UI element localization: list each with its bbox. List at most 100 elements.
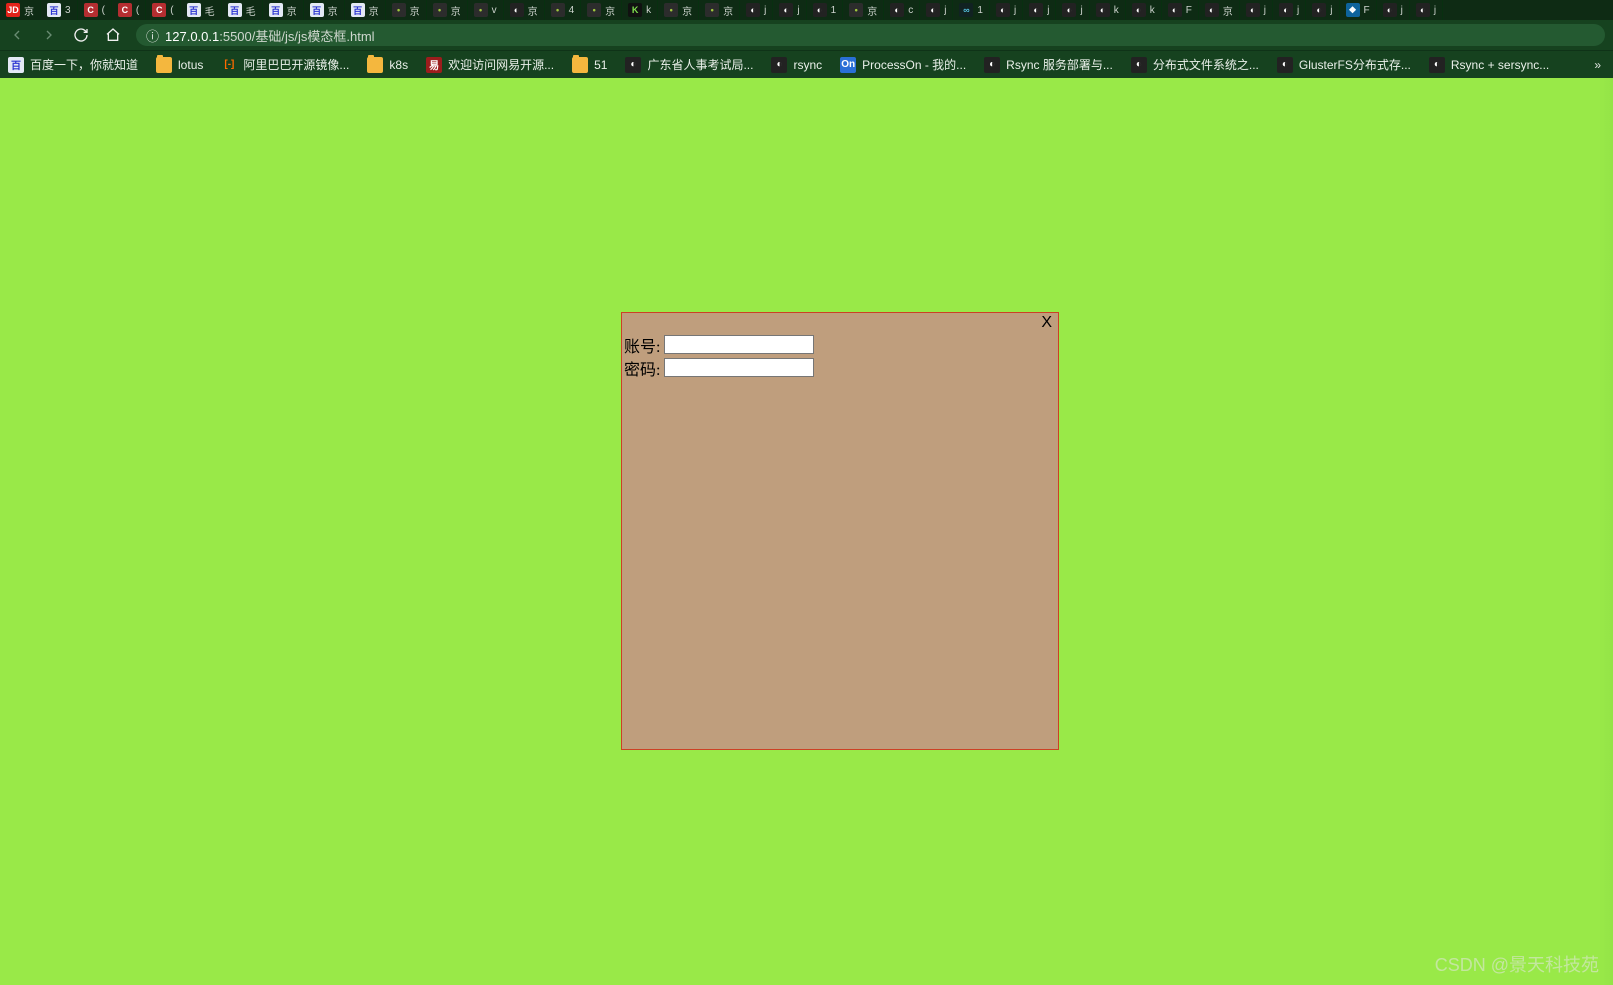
browser-tab[interactable]: ◐j (1410, 0, 1443, 20)
bookmark-icon: [-] (221, 57, 237, 73)
tab-favicon: C (118, 3, 132, 17)
browser-tab[interactable]: 百毛 (181, 0, 222, 20)
browser-tab[interactable]: •京 (581, 0, 622, 20)
bookmark-icon: 百 (8, 57, 24, 73)
tab-favicon: ◐ (996, 3, 1010, 17)
tab-title: F (1364, 5, 1370, 16)
password-input[interactable] (664, 358, 814, 377)
browser-tab[interactable]: •京 (658, 0, 699, 20)
bookmark-item[interactable]: ◐分布式文件系统之... (1131, 56, 1259, 73)
home-button[interactable] (104, 26, 122, 44)
tab-favicon: ◐ (926, 3, 940, 17)
browser-tab[interactable]: ◐j (1056, 0, 1089, 20)
browser-tab[interactable]: ◐j (1306, 0, 1339, 20)
bookmark-icon (367, 57, 383, 73)
tab-title: 4 (569, 5, 575, 16)
tab-favicon: ◐ (1029, 3, 1043, 17)
browser-tab[interactable]: ◐j (740, 0, 773, 20)
browser-tab[interactable]: JD京 (0, 0, 41, 20)
tab-favicon: • (433, 3, 447, 17)
site-info-icon[interactable]: ⓘ (146, 26, 159, 45)
tab-favicon: • (587, 3, 601, 17)
bookmark-item[interactable]: ◐rsync (771, 57, 822, 73)
bookmark-item[interactable]: ◐Rsync 服务部署与... (984, 56, 1113, 73)
browser-tab[interactable]: ◐j (1377, 0, 1410, 20)
bookmark-item[interactable]: k8s (367, 57, 408, 73)
browser-tab[interactable]: 百京 (345, 0, 386, 20)
browser-tab[interactable]: ◐F (1162, 0, 1199, 20)
tab-title: j (944, 5, 946, 16)
bookmark-item[interactable]: ◐GlusterFS分布式存... (1277, 56, 1411, 73)
tab-favicon: K (628, 3, 642, 17)
bookmark-item[interactable]: 百百度一下，你就知道 (8, 56, 138, 73)
tab-title: 毛 (205, 3, 215, 18)
browser-tab[interactable]: Kk (622, 0, 658, 20)
bookmark-item[interactable]: [-]阿里巴巴开源镜像... (221, 56, 349, 73)
tab-title: 京 (605, 3, 615, 18)
tab-title: 京 (723, 3, 733, 18)
tab-favicon: ◐ (1062, 3, 1076, 17)
tab-title: j (1297, 5, 1299, 16)
browser-tab[interactable]: ❖F (1340, 0, 1377, 20)
bookmark-item[interactable]: lotus (156, 57, 203, 73)
browser-tab[interactable]: ◐j (773, 0, 806, 20)
address-bar[interactable]: ⓘ 127.0.0.1:5500/基础/js/js模态框.html (136, 24, 1605, 46)
page-viewport: X 账号: 密码: CSDN @景天科技苑 (0, 78, 1613, 985)
bookmark-item[interactable]: 易欢迎访问网易开源... (426, 56, 554, 73)
bookmark-label: k8s (389, 58, 408, 72)
browser-tab[interactable]: ◐j (1240, 0, 1273, 20)
browser-tab[interactable]: C( (78, 0, 112, 20)
tab-favicon: ◐ (1096, 3, 1110, 17)
tab-title: j (1047, 5, 1049, 16)
browser-tab[interactable]: •京 (843, 0, 884, 20)
tab-title: j (1401, 5, 1403, 16)
bookmark-item[interactable]: ◐Rsync + sersync... (1429, 57, 1549, 73)
back-button[interactable] (8, 26, 26, 44)
browser-tab[interactable]: 百京 (263, 0, 304, 20)
tab-title: j (1080, 5, 1082, 16)
bookmark-icon: 易 (426, 57, 442, 73)
browser-toolbar: ⓘ 127.0.0.1:5500/基础/js/js模态框.html (0, 20, 1613, 50)
tab-favicon: ◐ (1279, 3, 1293, 17)
login-modal[interactable]: X 账号: 密码: (621, 312, 1059, 750)
tab-favicon: ◐ (1205, 3, 1219, 17)
bookmarks-overflow-button[interactable]: » (1594, 58, 1605, 72)
browser-tab[interactable]: •4 (545, 0, 582, 20)
browser-tab[interactable]: 百毛 (222, 0, 263, 20)
browser-tab[interactable]: ◐k (1126, 0, 1162, 20)
browser-tab-strip: JD京百3C(C(C(百毛百毛百京百京百京•京•京•v◐京•4•京Kk•京•京◐… (0, 0, 1613, 20)
watermark: CSDN @景天科技苑 (1435, 951, 1599, 977)
bookmark-item[interactable]: 51 (572, 57, 607, 73)
browser-tab[interactable]: C( (112, 0, 146, 20)
tab-title: F (1186, 5, 1192, 16)
browser-tab[interactable]: ◐k (1090, 0, 1126, 20)
browser-tab[interactable]: •v (468, 0, 504, 20)
browser-tab[interactable]: ◐j (920, 0, 953, 20)
browser-tab[interactable]: ◐京 (1199, 0, 1240, 20)
browser-tab[interactable]: ◐j (990, 0, 1023, 20)
browser-tab[interactable]: ∞1 (953, 0, 990, 20)
tab-favicon: ◐ (1246, 3, 1260, 17)
forward-button[interactable] (40, 26, 58, 44)
bookmark-label: ProcessOn - 我的... (862, 56, 966, 73)
browser-tab[interactable]: •京 (427, 0, 468, 20)
browser-tab[interactable]: C( (146, 0, 180, 20)
bookmark-label: rsync (793, 58, 822, 72)
bookmark-item[interactable]: ◐广东省人事考试局... (625, 56, 753, 73)
browser-tab[interactable]: 百京 (304, 0, 345, 20)
browser-tab[interactable]: ◐1 (807, 0, 844, 20)
browser-tab[interactable]: ◐j (1023, 0, 1056, 20)
browser-tab[interactable]: •京 (699, 0, 740, 20)
username-input[interactable] (664, 335, 814, 354)
close-button[interactable]: X (1041, 314, 1052, 332)
browser-tab[interactable]: ◐j (1273, 0, 1306, 20)
reload-button[interactable] (72, 26, 90, 44)
tab-favicon: C (84, 3, 98, 17)
browser-tab[interactable]: ◐c (884, 0, 920, 20)
bookmark-item[interactable]: OnProcessOn - 我的... (840, 56, 966, 73)
browser-tab[interactable]: 百3 (41, 0, 78, 20)
browser-tab[interactable]: ◐京 (504, 0, 545, 20)
browser-tab[interactable]: •京 (386, 0, 427, 20)
tab-title: v (492, 5, 497, 16)
tab-title: k (646, 5, 651, 16)
